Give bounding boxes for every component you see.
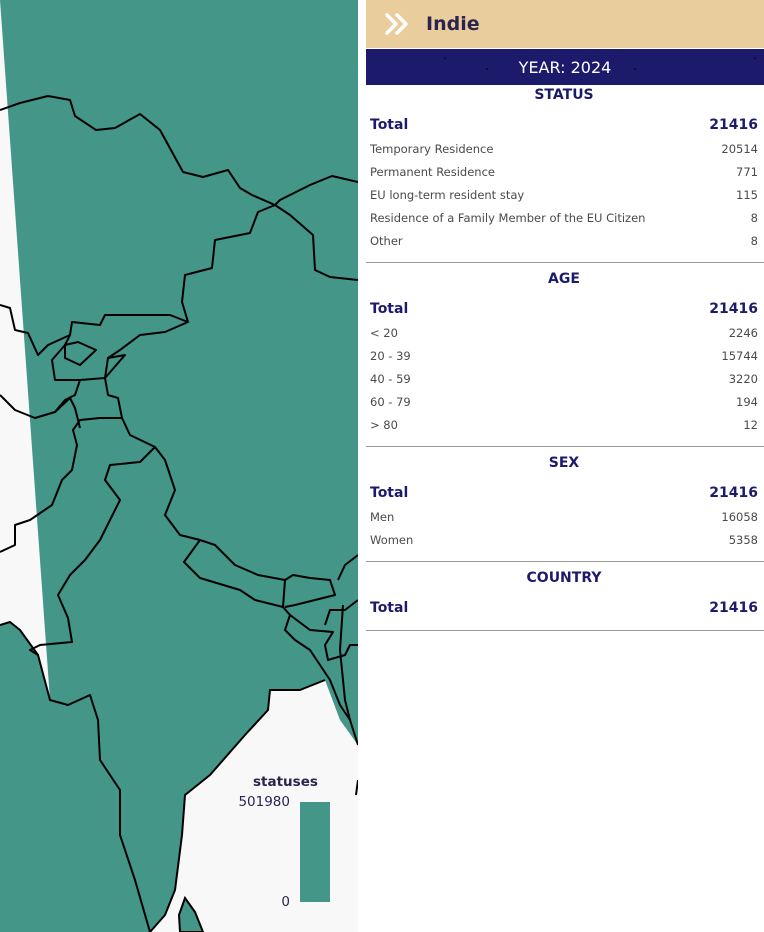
row-value: 21416: [709, 117, 758, 133]
legend-title: statuses: [253, 774, 318, 790]
section-sex: SEX Total 21416 Men 16058 Women 5358: [366, 453, 764, 562]
legend-color-bar: [300, 802, 330, 902]
section-title: AGE: [548, 271, 580, 287]
row-label: < 20: [370, 325, 398, 340]
row-value: 2246: [728, 325, 758, 340]
country-total-row: Total 21416: [370, 596, 758, 620]
sex-row: Women 5358: [370, 528, 758, 551]
section-title: COUNTRY: [526, 570, 602, 586]
status-row: EU long-term resident stay 115: [370, 183, 758, 206]
row-label: Residence of a Family Member of the EU C…: [370, 210, 646, 225]
age-row: 20 - 39 15744: [370, 344, 758, 367]
status-total-row: Total 21416: [370, 113, 758, 137]
age-row: > 80 12: [370, 413, 758, 436]
map-view[interactable]: statuses 501980 0: [0, 0, 358, 932]
row-value: 21416: [709, 485, 758, 501]
sex-total-row: Total 21416: [370, 481, 758, 505]
year-value: 2024: [570, 57, 612, 77]
decor-dot: [444, 57, 446, 59]
section-title: SEX: [548, 455, 580, 471]
row-value: 8: [750, 210, 758, 225]
row-label: 40 - 59: [370, 371, 411, 386]
row-label: Total: [370, 600, 409, 616]
collapse-panel-button[interactable]: [376, 0, 418, 48]
age-total-row: Total 21416: [370, 297, 758, 321]
row-label: Permanent Residence: [370, 164, 495, 179]
row-value: 194: [736, 394, 758, 409]
decor-dot: [754, 57, 756, 59]
double-chevron-right-icon: [385, 13, 408, 35]
row-value: 16058: [721, 509, 758, 524]
row-value: 15744: [721, 348, 758, 363]
row-value: 21416: [709, 600, 758, 616]
row-label: Temporary Residence: [370, 141, 494, 156]
status-row: Other 8: [370, 229, 758, 252]
section-age: AGE Total 21416 < 20 2246 20 - 39 15744 …: [366, 269, 764, 447]
year-bar[interactable]: YEAR: 2024: [366, 49, 764, 85]
decor-dot: [634, 68, 636, 70]
row-label: EU long-term resident stay: [370, 187, 525, 202]
row-value: 21416: [709, 301, 758, 317]
age-row: 60 - 79 194: [370, 390, 758, 413]
age-row: < 20 2246: [370, 321, 758, 344]
row-value: 771: [736, 164, 758, 179]
info-panel: Indie YEAR: 2024 STATUS Total 21416 Temp…: [366, 0, 764, 932]
row-label: Women: [370, 532, 414, 547]
section-status: STATUS Total 21416 Temporary Residence 2…: [366, 85, 764, 263]
row-label: 20 - 39: [370, 348, 411, 363]
row-label: Total: [370, 301, 409, 317]
year-label: YEAR:: [518, 57, 566, 77]
map-legend: statuses 501980 0: [235, 774, 345, 914]
section-title: STATUS: [534, 87, 594, 103]
row-label: Men: [370, 509, 395, 524]
row-label: 60 - 79: [370, 394, 411, 409]
legend-min-value: 0: [281, 894, 290, 910]
row-label: Total: [370, 117, 409, 133]
row-value: 3220: [728, 371, 758, 386]
row-value: 20514: [721, 141, 758, 156]
age-row: 40 - 59 3220: [370, 367, 758, 390]
row-value: 5358: [728, 532, 758, 547]
country-title: Indie: [426, 13, 480, 35]
section-country: COUNTRY Total 21416: [366, 568, 764, 631]
status-row: Residence of a Family Member of the EU C…: [370, 206, 758, 229]
status-row: Temporary Residence 20514: [370, 137, 758, 160]
map-island[interactable]: [177, 895, 205, 932]
row-label: > 80: [370, 417, 398, 432]
row-value: 8: [750, 233, 758, 248]
row-value: 12: [743, 417, 758, 432]
row-value: 115: [736, 187, 758, 202]
status-row: Permanent Residence 771: [370, 160, 758, 183]
legend-max-value: 501980: [238, 794, 290, 810]
row-label: Total: [370, 485, 409, 501]
panel-divider: [358, 0, 366, 932]
row-label: Other: [370, 233, 403, 248]
panel-header: Indie: [366, 0, 764, 48]
sex-row: Men 16058: [370, 505, 758, 528]
decor-dot: [486, 68, 488, 70]
